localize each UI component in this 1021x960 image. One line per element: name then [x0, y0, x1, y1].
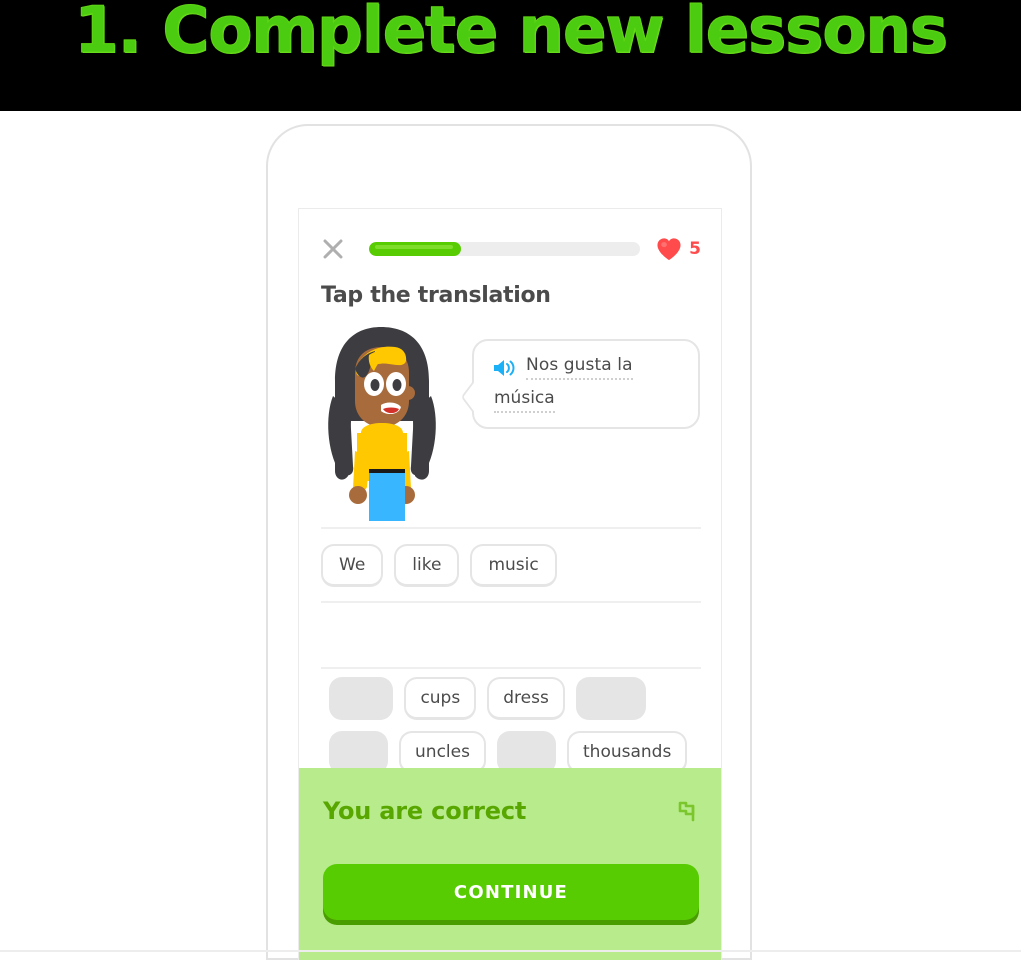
word-bank-tile-used — [575, 677, 646, 720]
answer-tile[interactable]: music — [470, 543, 557, 587]
feedback-banner: You are correct CONTINUE — [299, 768, 721, 960]
character-illustration — [328, 327, 436, 521]
page-title: 1. Complete new lessons — [74, 0, 949, 69]
bubble-text-line2: música — [494, 388, 555, 413]
phone-screen: 5 Tap the translation Nos gusta la músic… — [298, 208, 722, 960]
word-bank-tile[interactable]: cups — [404, 677, 477, 720]
hearts-indicator[interactable]: 5 — [656, 237, 701, 261]
bottom-divider — [0, 950, 1021, 952]
word-bank-tile[interactable]: dress — [487, 677, 565, 720]
bubble-first-line: Nos gusta la — [492, 355, 682, 380]
word-bank: cups dress uncles thousands — [329, 677, 701, 774]
feedback-header-row: You are correct — [323, 790, 699, 832]
heart-count: 5 — [689, 239, 701, 259]
speech-bubble: Nos gusta la música — [472, 339, 700, 429]
answer-line-1[interactable]: We like music — [321, 527, 701, 601]
flag-icon[interactable] — [673, 798, 699, 824]
continue-wrapper: CONTINUE — [323, 864, 699, 920]
feedback-message: You are correct — [323, 797, 527, 825]
speaker-icon[interactable] — [492, 357, 516, 379]
progress-highlight — [375, 245, 454, 249]
bubble-text-line1: Nos gusta la — [526, 355, 633, 380]
close-x-icon[interactable] — [321, 237, 345, 261]
word-bank-tile-used — [329, 677, 394, 720]
answer-area: We like music — [321, 527, 701, 669]
answer-line-2[interactable] — [321, 601, 701, 667]
header-banner: 1. Complete new lessons — [0, 0, 1021, 111]
character-and-bubble: Nos gusta la música — [317, 321, 717, 526]
lesson-progress-bar — [369, 242, 641, 256]
continue-button[interactable]: CONTINUE — [323, 864, 699, 920]
lesson-top-bar: 5 — [299, 229, 721, 269]
answer-tile[interactable]: We — [321, 543, 384, 587]
answer-area-divider — [321, 667, 701, 669]
answer-tile[interactable]: like — [394, 543, 460, 587]
heart-icon — [657, 238, 681, 261]
exercise-prompt: Tap the translation — [321, 283, 551, 308]
